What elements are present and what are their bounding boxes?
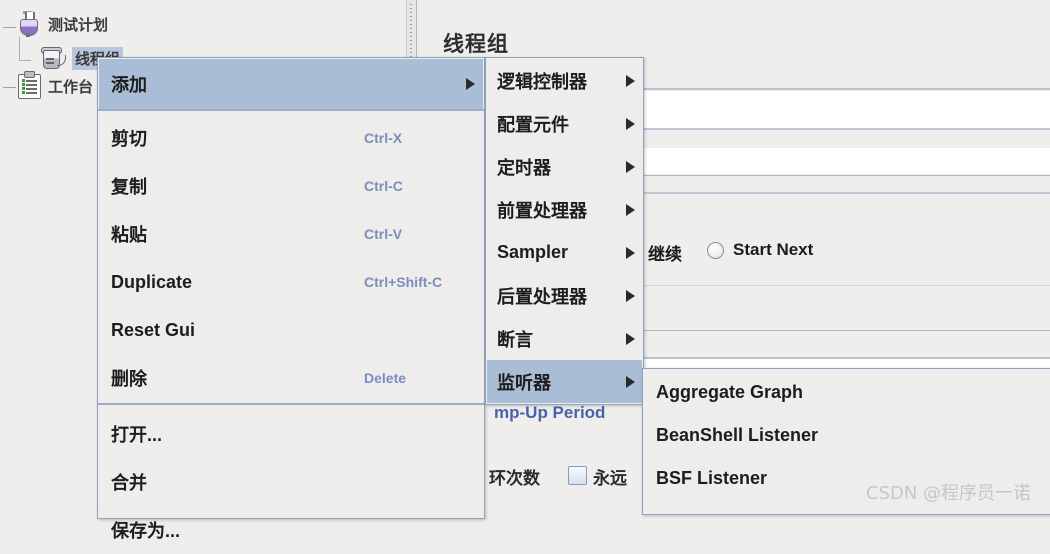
submenu-arrow-icon: [626, 375, 635, 388]
thread-group-icon: [38, 45, 66, 71]
listener-item-label: BSF Listener: [656, 468, 768, 488]
submenu-arrow-icon: [626, 74, 635, 87]
submenu-item-label: 监听器: [497, 372, 551, 393]
add-submenu[interactable]: 逻辑控制器配置元件定时器前置处理器 Sampler 后置处理器断言监听器: [485, 57, 644, 405]
forever-label: 永远: [593, 469, 627, 488]
submenu-item[interactable]: 前置处理器: [487, 188, 642, 231]
menu-item[interactable]: 粘贴 Ctrl-V: [99, 210, 483, 258]
listener-item-label: Aggregate Graph: [656, 382, 804, 402]
menu-item-label: Duplicate: [111, 271, 193, 292]
tree-node-label: 测试计划: [48, 16, 109, 34]
menu-item-label: 删除: [111, 369, 147, 389]
submenu-arrow-icon: [466, 78, 475, 90]
tree-node-workbench[interactable]: 工作台: [14, 71, 94, 99]
listener-item[interactable]: BeanShell Listener: [644, 414, 1050, 457]
workbench-icon: [14, 71, 42, 99]
submenu-item[interactable]: 监听器: [487, 360, 642, 403]
menu-item-label: 打开...: [111, 425, 163, 445]
submenu-item-label: Sampler: [497, 242, 569, 262]
submenu-item-label: 逻辑控制器: [497, 71, 587, 92]
ramp-up-period-label: mp-Up Period: [494, 403, 606, 422]
tree-connector-vertical: [19, 37, 20, 61]
submenu-item-label: 断言: [497, 329, 533, 350]
menu-item[interactable]: 复制 Ctrl-C: [99, 162, 483, 210]
forever-checkbox[interactable]: [568, 466, 587, 485]
menu-item-label: 保存为...: [111, 521, 181, 541]
radio-start-next[interactable]: [707, 241, 724, 259]
flask-icon: [14, 11, 42, 37]
menu-item[interactable]: Reset Gui: [99, 306, 483, 354]
tree-connector-horizontal: [19, 60, 31, 61]
watermark: CSDN @程序员一诺: [866, 483, 1032, 504]
menu-item-shortcut: Ctrl+Shift-C: [364, 274, 443, 290]
context-menu[interactable]: 添加剪切 Ctrl-X 复制 Ctrl-C 粘贴 Ctrl-V Duplicate Ctrl+…: [97, 57, 485, 541]
start-next-radio-row[interactable]: Start Next: [707, 240, 813, 260]
radio-label: 继续: [648, 245, 682, 264]
menu-item[interactable]: 剪切 Ctrl-X: [99, 114, 483, 162]
menu-item-label: 合并: [111, 473, 147, 493]
menu-item-label: 添加: [111, 75, 147, 95]
menu-item[interactable]: Duplicate Ctrl+Shift-C: [99, 258, 483, 306]
submenu-item[interactable]: 定时器: [487, 145, 642, 188]
submenu-item[interactable]: 逻辑控制器: [487, 59, 642, 102]
submenu-item[interactable]: 后置处理器: [487, 274, 642, 317]
menu-separator-gap: [99, 405, 483, 408]
submenu-item-label: 定时器: [497, 157, 551, 178]
listener-item[interactable]: Aggregate Graph: [644, 371, 1050, 414]
tree-node-label: 工作台: [48, 78, 94, 96]
page-title: 线程组: [443, 33, 509, 56]
menu-item-label: Reset Gui: [111, 319, 196, 340]
submenu-item[interactable]: 配置元件: [487, 102, 642, 145]
submenu-arrow-icon: [626, 289, 635, 302]
submenu-item-label: 前置处理器: [497, 200, 587, 221]
submenu-arrow-icon: [626, 246, 635, 259]
submenu-item-label: 后置处理器: [497, 286, 587, 307]
menu-item-shortcut: Ctrl-C: [364, 178, 403, 194]
submenu-arrow-icon: [626, 160, 635, 173]
menu-item[interactable]: 打开...: [99, 410, 483, 458]
loop-count-label: 环次数: [489, 469, 540, 488]
listener-item-label: BeanShell Listener: [656, 425, 819, 445]
menu-item[interactable]: 删除 Delete: [99, 354, 483, 402]
radio-label: Start Next: [733, 240, 814, 259]
menu-item-shortcut: Ctrl-V: [364, 226, 403, 242]
submenu-arrow-icon: [626, 203, 635, 216]
menu-item[interactable]: 添加: [99, 59, 483, 109]
menu-item[interactable]: 保存为...: [99, 506, 483, 554]
submenu-item[interactable]: 断言: [487, 317, 642, 360]
submenu-item-label: 配置元件: [497, 114, 569, 135]
tree-node-test-plan[interactable]: 测试计划: [14, 11, 108, 37]
submenu-arrow-icon: [626, 332, 635, 345]
submenu-item[interactable]: Sampler: [487, 231, 642, 274]
menu-item-shortcut: Ctrl-X: [364, 130, 403, 146]
menu-item-label: 粘贴: [111, 225, 147, 245]
menu-item-label: 剪切: [111, 129, 147, 149]
submenu-arrow-icon: [626, 117, 635, 130]
menu-item-shortcut: Delete: [364, 370, 407, 386]
menu-item[interactable]: 合并: [99, 458, 483, 506]
menu-item-label: 复制: [111, 177, 147, 197]
